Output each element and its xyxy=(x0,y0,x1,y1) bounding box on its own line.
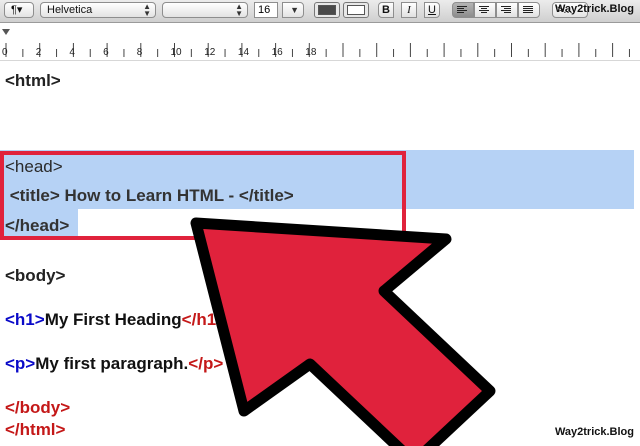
align-right-button[interactable] xyxy=(496,2,518,18)
align-center-icon xyxy=(479,6,489,15)
underline-button[interactable]: U xyxy=(424,2,440,18)
paragraph-icon: ¶▾ xyxy=(11,4,23,16)
arrow-shape xyxy=(190,217,496,446)
stepper-arrows-icon: ▲ ▼ xyxy=(235,2,243,18)
ruler-label: 0 xyxy=(2,47,8,58)
bold-button[interactable]: B xyxy=(378,2,394,18)
paragraph-style-dropdown[interactable]: ¶▾ xyxy=(4,2,34,18)
font-size-dropdown[interactable]: ▼ xyxy=(282,2,304,18)
ruler-ticks xyxy=(5,43,630,57)
format-toolbar: ¶▾ Helvetica ▲ ▼ ▲ ▼ 16 ▼ B I U >... Way2t… xyxy=(0,0,640,23)
ruler-label: 10 xyxy=(170,47,182,58)
ruler-label: 8 xyxy=(136,47,143,58)
text-color-swatch[interactable] xyxy=(314,2,340,18)
brand-label: Way2trick.Blog xyxy=(554,3,634,15)
watermark: Way2trick.Blog xyxy=(554,426,634,438)
ruler-label: 6 xyxy=(103,47,109,58)
justify-icon xyxy=(523,6,533,15)
background-color-swatch[interactable] xyxy=(343,2,369,18)
justify-button[interactable] xyxy=(518,2,540,18)
ruler-label: 12 xyxy=(204,47,216,58)
ruler-label: 18 xyxy=(305,47,317,58)
chevron-down-icon: ▼ xyxy=(290,5,299,15)
white-color-icon xyxy=(347,5,365,15)
align-left-icon xyxy=(457,6,467,15)
font-size-input[interactable]: 16 xyxy=(254,2,278,18)
font-family-value: Helvetica xyxy=(47,4,93,16)
align-center-button[interactable] xyxy=(474,2,496,18)
align-left-button[interactable] xyxy=(452,2,474,18)
align-right-icon xyxy=(501,6,511,15)
italic-button[interactable]: I xyxy=(401,2,417,18)
font-style-select[interactable]: ▲ ▼ xyxy=(162,2,248,18)
ruler[interactable]: 0 2 4 6 8 10 12 14 16 18 xyxy=(0,23,640,61)
ruler-label: 2 xyxy=(35,47,42,58)
dark-color-icon xyxy=(318,5,336,15)
ruler-label: 14 xyxy=(237,47,250,58)
ruler-label: 16 xyxy=(271,47,283,58)
document-canvas[interactable]: <html> <head> <title> How to Learn HTML … xyxy=(0,61,640,446)
pointer-arrow-icon xyxy=(190,217,496,446)
stepper-arrows-icon: ▲ ▼ xyxy=(143,2,151,18)
font-family-select[interactable]: Helvetica ▲ ▼ xyxy=(40,2,156,18)
ruler-label: 4 xyxy=(69,47,75,58)
